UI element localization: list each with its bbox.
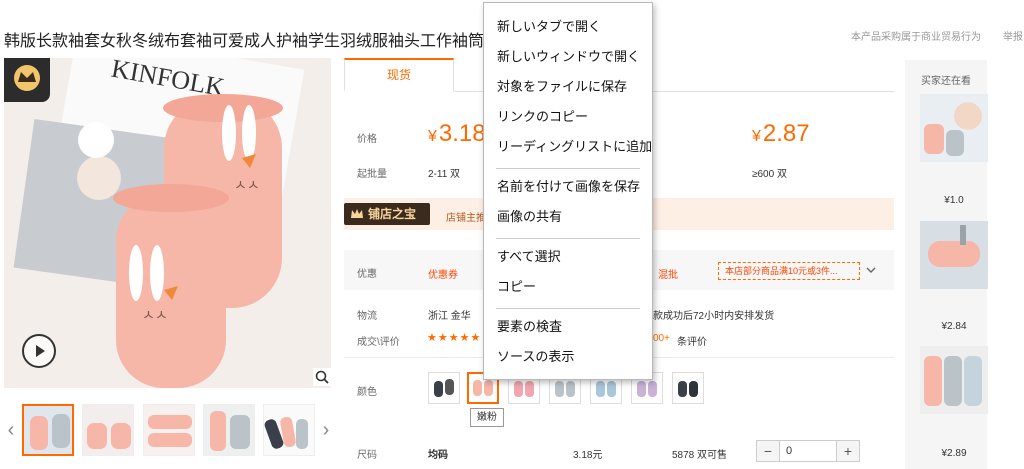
recommend-item-3-image[interactable] — [920, 346, 988, 414]
menu-separator — [496, 168, 640, 169]
menu-copy-link[interactable]: リンクのコピー — [484, 103, 652, 133]
tab-in-stock[interactable]: 现货 — [344, 58, 454, 92]
qty-minus-button[interactable]: − — [756, 440, 780, 462]
recommend-item-2-image[interactable] — [920, 221, 988, 289]
size-price: 3.18元 — [573, 450, 603, 461]
svg-text:ㅅㅅ: ㅅㅅ — [142, 308, 168, 324]
recommend-item-1-price: ¥1.0 — [944, 195, 964, 206]
menu-view-source[interactable]: ソースの表示 — [484, 343, 652, 373]
price-tier-1-value: 3.18 — [438, 120, 486, 147]
moq-tier-1: 2-11 双 — [428, 169, 461, 180]
shop-recommend-text: 店铺主推 — [446, 213, 486, 224]
trade-note: 本产品采购属于商业贸易行为 — [851, 32, 981, 43]
menu-inspect-element[interactable]: 要素の検査 — [484, 313, 652, 343]
price-tier-2: ¥2.87 — [752, 120, 810, 148]
color-swatch-7[interactable] — [672, 372, 704, 404]
reviews-label: 成交\评价 — [357, 337, 400, 348]
zoom-icon[interactable] — [313, 368, 331, 386]
crown-badge-icon — [350, 207, 364, 221]
logistics-origin: 浙江 金华 — [428, 311, 471, 322]
mixed-batch-label: 混批 — [658, 270, 678, 281]
thumbnail-4[interactable] — [203, 404, 255, 456]
currency-symbol: ¥ — [428, 128, 437, 145]
review-count[interactable]: 00+ — [653, 333, 670, 344]
size-value: 均码 — [428, 450, 448, 461]
context-menu: 新しいタブで開く 新しいウィンドウで開く 対象をファイルに保存 リンクのコピー … — [483, 2, 653, 380]
chevron-down-icon[interactable] — [864, 262, 878, 278]
menu-open-new-tab[interactable]: 新しいタブで開く — [484, 13, 652, 43]
recommend-item-3-price: ¥2.89 — [941, 448, 967, 459]
menu-open-new-window[interactable]: 新しいウィンドウで開く — [484, 43, 652, 73]
recommend-title: 买家还在看 — [921, 76, 971, 87]
thumb-prev-button[interactable]: ‹ — [4, 418, 18, 442]
promo-offer[interactable]: 本店部分商品满10元或3件... — [718, 262, 860, 280]
logistics-label: 物流 — [357, 311, 377, 322]
menu-separator — [496, 238, 640, 239]
promo-label: 优惠 — [357, 269, 377, 280]
review-count-suffix: 条评价 — [677, 337, 707, 348]
price-label: 价格 — [357, 134, 377, 145]
menu-select-all[interactable]: すべて選択 — [484, 243, 652, 273]
recommend-item-1-image[interactable] — [920, 94, 988, 162]
color-tooltip: 嫩粉 — [470, 408, 504, 427]
qty-plus-button[interactable]: + — [836, 440, 860, 462]
play-video-button[interactable] — [22, 334, 56, 368]
svg-text:ㅅㅅ: ㅅㅅ — [234, 178, 260, 194]
quantity-input[interactable]: 0 — [780, 440, 836, 462]
size-stock: 5878 双可售 — [672, 450, 728, 461]
color-label: 颜色 — [357, 387, 377, 398]
coupon-link[interactable]: 优惠券 — [428, 266, 458, 281]
color-swatch-1[interactable] — [428, 372, 460, 404]
menu-save-image-as[interactable]: 名前を付けて画像を保存 — [484, 173, 652, 203]
menu-share-image[interactable]: 画像の共有 — [484, 203, 652, 233]
thumb-next-button[interactable]: › — [319, 418, 333, 442]
price-tier-1: ¥3.18 — [428, 120, 486, 148]
menu-save-target[interactable]: 対象をファイルに保存 — [484, 73, 652, 103]
currency-symbol-2: ¥ — [752, 128, 761, 145]
menu-add-reading-list[interactable]: リーディングリストに追加 — [484, 133, 652, 163]
thumbnail-2[interactable] — [82, 404, 134, 456]
menu-separator — [496, 308, 640, 309]
product-title: 韩版长款袖套女秋冬绒布套袖可爱成人护袖学生羽绒服袖头工作袖筒 — [4, 33, 485, 50]
rating-stars: ★★★★★ — [427, 332, 482, 344]
price-tier-2-value: 2.87 — [762, 120, 810, 147]
recommend-item-2-price: ¥2.84 — [941, 321, 967, 332]
report-link[interactable]: 举报 — [1003, 28, 1023, 43]
delivery-note: 款成功后72小时内安排发货 — [653, 311, 775, 322]
size-label: 尺码 — [357, 450, 377, 461]
thumbnail-1[interactable] — [22, 404, 74, 456]
moq-tier-2: ≥600 双 — [752, 169, 787, 180]
menu-copy[interactable]: コピー — [484, 273, 652, 303]
thumbnail-5[interactable] — [263, 404, 315, 456]
moq-label: 起批量 — [357, 169, 387, 180]
thumbnail-3[interactable] — [143, 404, 195, 456]
crown-icon — [4, 58, 50, 102]
